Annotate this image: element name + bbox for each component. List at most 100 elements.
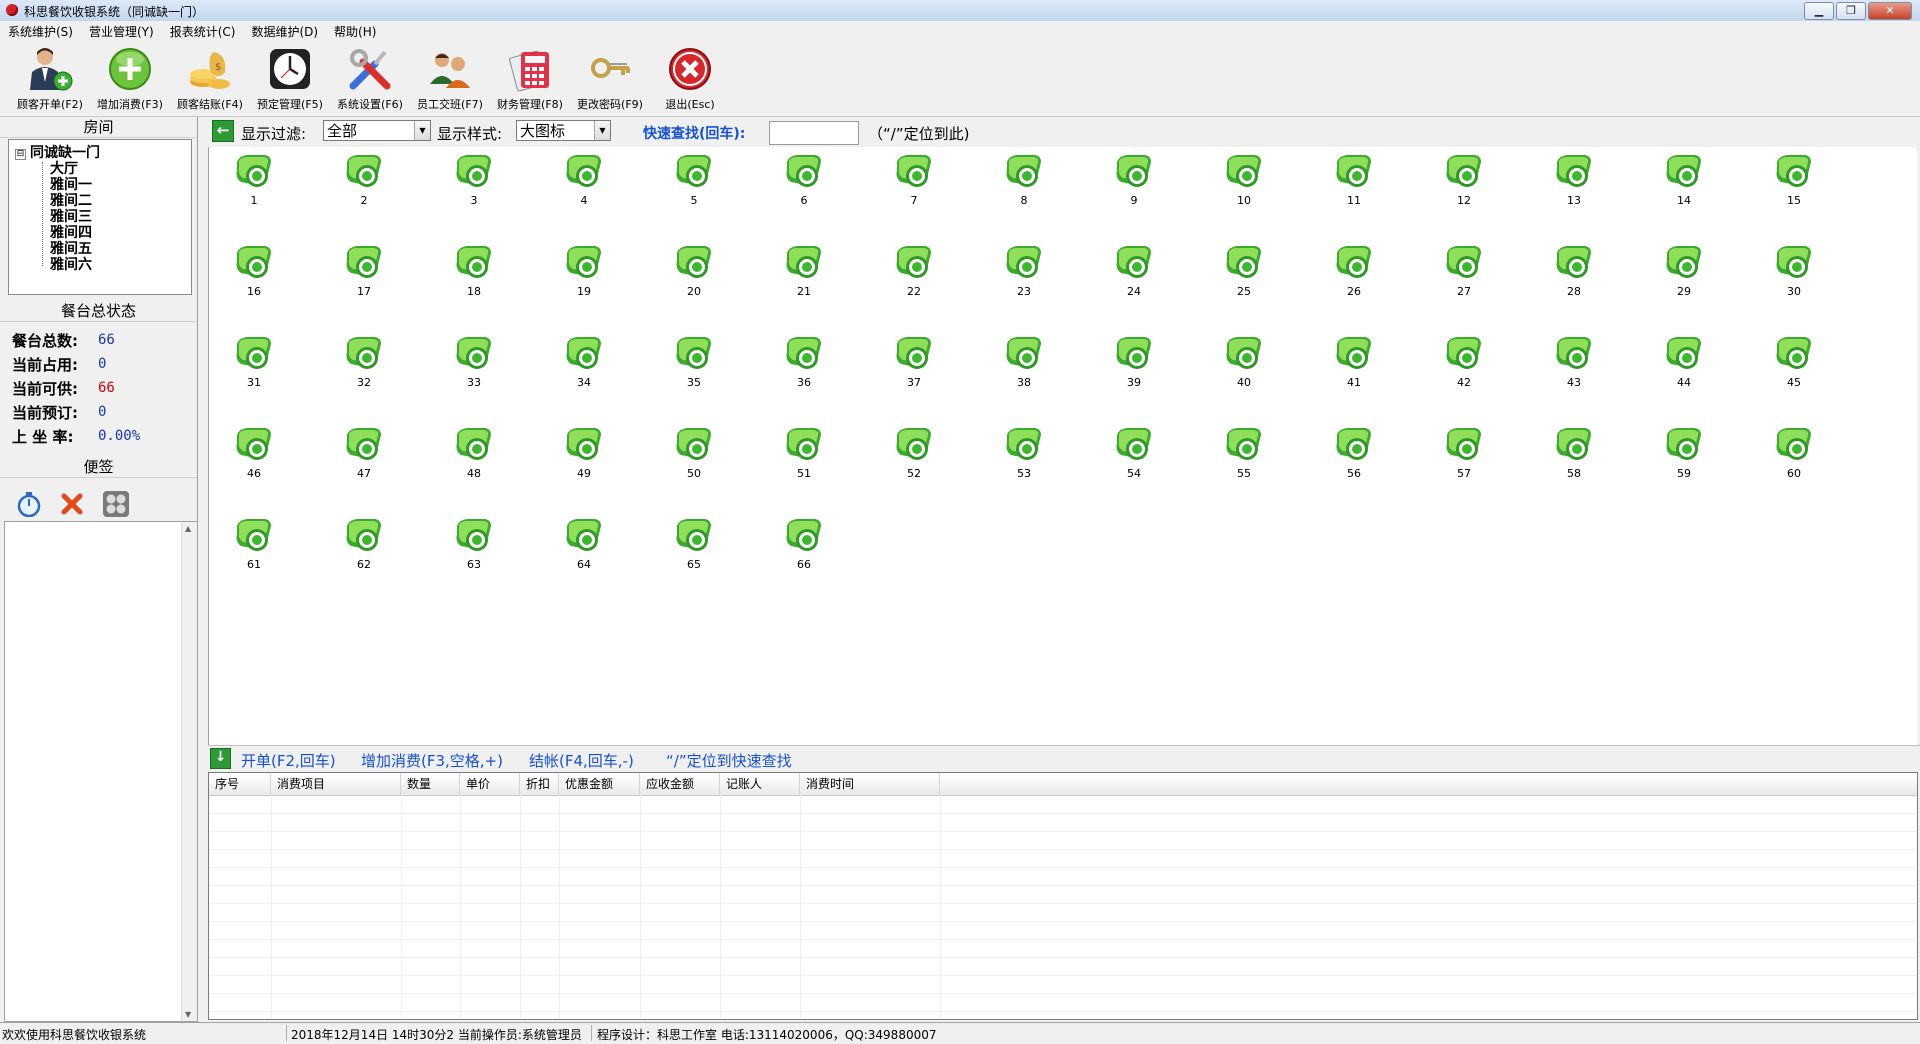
staff-shift-button[interactable]: 员工交班(F7): [410, 46, 490, 114]
stopwatch-icon[interactable]: [16, 491, 42, 520]
col-discount[interactable]: 折扣: [520, 773, 559, 795]
scroll-up-icon[interactable]: ▲: [185, 524, 191, 533]
quick-search-input[interactable]: [769, 121, 859, 145]
down-arrow-icon[interactable]: ↓: [210, 748, 231, 769]
table-tile[interactable]: 48: [439, 425, 509, 495]
table-tile[interactable]: 62: [329, 516, 399, 586]
checkout-action[interactable]: 结帐(F4,回车,-): [529, 750, 634, 771]
back-arrow-icon[interactable]: ←: [212, 120, 234, 142]
col-item[interactable]: 消费项目: [271, 773, 401, 795]
table-tile[interactable]: 54: [1099, 425, 1169, 495]
table-tile[interactable]: 8: [989, 152, 1059, 222]
table-tile[interactable]: 47: [329, 425, 399, 495]
table-tile[interactable]: 23: [989, 243, 1059, 313]
table-tile[interactable]: 14: [1649, 152, 1719, 222]
table-tile[interactable]: 50: [659, 425, 729, 495]
table-tile[interactable]: 39: [1099, 334, 1169, 404]
finance-button[interactable]: 财务管理(F8): [490, 46, 570, 114]
table-tile[interactable]: 26: [1319, 243, 1389, 313]
table-tile[interactable]: 64: [549, 516, 619, 586]
menu-business[interactable]: 营业管理(Y): [81, 21, 162, 41]
table-tile[interactable]: 41: [1319, 334, 1389, 404]
quick-search-focus-action[interactable]: “/”定位到快速查找: [666, 750, 792, 771]
menu-help[interactable]: 帮助(H): [326, 21, 384, 41]
table-tile[interactable]: 3: [439, 152, 509, 222]
display-style-select[interactable]: 大图标 ▼: [516, 120, 611, 141]
table-tile[interactable]: 28: [1539, 243, 1609, 313]
restore-button[interactable]: ❐: [1836, 2, 1866, 20]
table-tile[interactable]: 38: [989, 334, 1059, 404]
table-tile[interactable]: 60: [1759, 425, 1829, 495]
table-tile[interactable]: 15: [1759, 152, 1829, 222]
table-tile[interactable]: 24: [1099, 243, 1169, 313]
table-tile[interactable]: 53: [989, 425, 1059, 495]
col-price[interactable]: 单价: [460, 773, 520, 795]
open-order-action[interactable]: 开单(F2,回车): [241, 750, 336, 771]
exit-button[interactable]: 退出(Esc): [650, 46, 730, 114]
table-tile[interactable]: 19: [549, 243, 619, 313]
col-index[interactable]: 序号: [209, 773, 271, 795]
add-consumption-action[interactable]: 增加消费(F3,空格,+): [361, 750, 503, 771]
customer-open-button[interactable]: 顾客开单(F2): [10, 46, 90, 114]
table-tile[interactable]: 18: [439, 243, 509, 313]
table-tile[interactable]: 10: [1209, 152, 1279, 222]
consumption-grid[interactable]: 序号 消费项目 数量 单价 折扣 优惠金额 应收金额 记账人 消费时间: [208, 772, 1918, 1020]
col-quantity[interactable]: 数量: [401, 773, 460, 795]
table-tile[interactable]: 4: [549, 152, 619, 222]
table-tile[interactable]: 56: [1319, 425, 1389, 495]
table-tile[interactable]: 49: [549, 425, 619, 495]
table-tile[interactable]: 20: [659, 243, 729, 313]
room-tree[interactable]: ⊟ 同诚缺一门 大厅 雅间一 雅间二 雅间三 雅间四 雅间五 雅间六: [8, 139, 192, 295]
table-tile[interactable]: 46: [219, 425, 289, 495]
col-receivable[interactable]: 应收金额: [640, 773, 720, 795]
table-tile[interactable]: 55: [1209, 425, 1279, 495]
reservation-button[interactable]: 预定管理(F5): [250, 46, 330, 114]
col-discount-amount[interactable]: 优惠金额: [559, 773, 640, 795]
memo-scrollbar[interactable]: ▲ ▼: [181, 522, 197, 1021]
table-tile[interactable]: 52: [879, 425, 949, 495]
table-tile[interactable]: 63: [439, 516, 509, 586]
table-tile[interactable]: 11: [1319, 152, 1389, 222]
table-tile[interactable]: 6: [769, 152, 839, 222]
table-tile[interactable]: 5: [659, 152, 729, 222]
table-tile[interactable]: 37: [879, 334, 949, 404]
table-tile[interactable]: 9: [1099, 152, 1169, 222]
table-tile[interactable]: 40: [1209, 334, 1279, 404]
table-tile[interactable]: 36: [769, 334, 839, 404]
table-tile[interactable]: 42: [1429, 334, 1499, 404]
display-filter-select[interactable]: 全部 ▼: [323, 120, 431, 141]
table-tile[interactable]: 51: [769, 425, 839, 495]
table-tile[interactable]: 30: [1759, 243, 1829, 313]
minimize-button[interactable]: ▁: [1804, 2, 1834, 20]
menu-system[interactable]: 系统维护(S): [0, 21, 81, 41]
table-tile[interactable]: 33: [439, 334, 509, 404]
checkout-button[interactable]: $ 顾客结账(F4): [170, 46, 250, 114]
table-tile[interactable]: 32: [329, 334, 399, 404]
close-button[interactable]: ✕: [1868, 2, 1912, 20]
table-tile[interactable]: 21: [769, 243, 839, 313]
table-tile[interactable]: 12: [1429, 152, 1499, 222]
table-tile[interactable]: 61: [219, 516, 289, 586]
table-tile[interactable]: 45: [1759, 334, 1829, 404]
system-settings-button[interactable]: 系统设置(F6): [330, 46, 410, 114]
table-tile[interactable]: 29: [1649, 243, 1719, 313]
memo-grid-icon[interactable]: [102, 490, 130, 521]
change-password-button[interactable]: 更改密码(F9): [570, 46, 650, 114]
table-tile[interactable]: 59: [1649, 425, 1719, 495]
menu-data[interactable]: 数据维护(D): [243, 21, 326, 41]
col-recorder[interactable]: 记账人: [720, 773, 800, 795]
table-tile[interactable]: 7: [879, 152, 949, 222]
add-consumption-button[interactable]: 增加消费(F3): [90, 46, 170, 114]
table-tile[interactable]: 31: [219, 334, 289, 404]
table-tile[interactable]: 66: [769, 516, 839, 586]
table-tile[interactable]: 25: [1209, 243, 1279, 313]
tree-item-room-6[interactable]: 雅间六: [50, 254, 92, 274]
table-tile[interactable]: 65: [659, 516, 729, 586]
tree-collapse-icon[interactable]: ⊟: [15, 149, 26, 160]
table-tile[interactable]: 58: [1539, 425, 1609, 495]
memo-textarea[interactable]: ▲ ▼: [4, 521, 198, 1022]
table-tile[interactable]: 13: [1539, 152, 1609, 222]
table-tile[interactable]: 22: [879, 243, 949, 313]
table-tile[interactable]: 27: [1429, 243, 1499, 313]
table-tile[interactable]: 1: [219, 152, 289, 222]
